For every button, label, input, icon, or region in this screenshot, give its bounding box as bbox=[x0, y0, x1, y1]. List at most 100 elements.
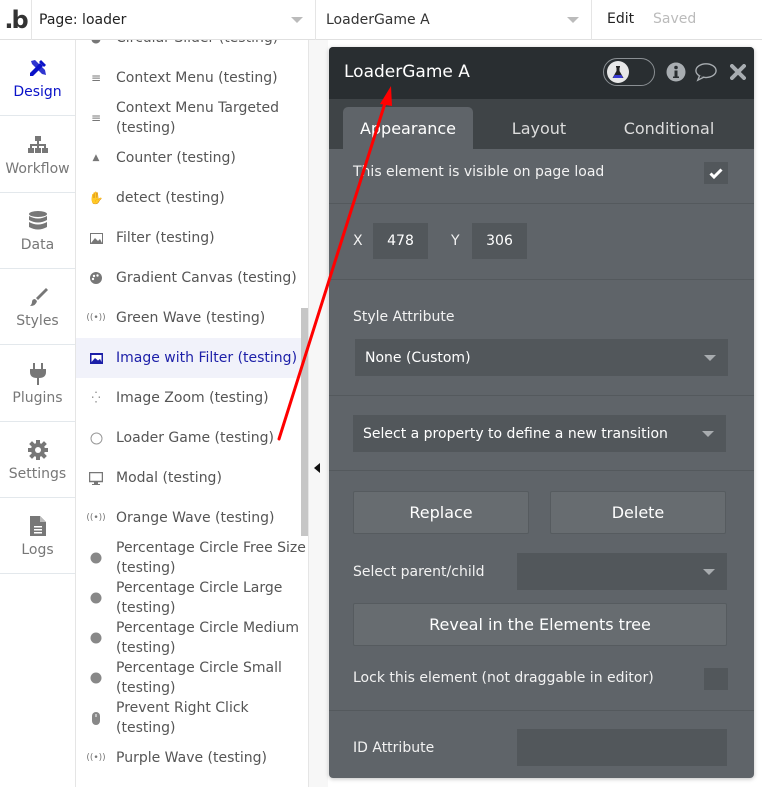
list-item[interactable]: ⁛ Image Zoom (testing) bbox=[76, 378, 308, 418]
menu-icon: ≡ bbox=[90, 71, 102, 85]
image-icon bbox=[76, 232, 116, 244]
y-input[interactable]: 306 bbox=[472, 223, 527, 259]
list-item[interactable]: Filter (testing) bbox=[76, 218, 308, 258]
list-item[interactable]: Image with Filter (testing) bbox=[76, 338, 308, 378]
edit-mode-label[interactable]: Edit bbox=[607, 11, 634, 27]
element-list-scrollbar[interactable] bbox=[301, 308, 308, 536]
list-item[interactable]: Percentage Circle Small (testing) bbox=[76, 658, 308, 698]
lock-element-checkbox[interactable] bbox=[704, 668, 728, 690]
brush-icon bbox=[26, 285, 50, 309]
circle-filled-icon bbox=[76, 672, 116, 684]
list-item-label: Orange Wave (testing) bbox=[116, 510, 275, 526]
property-editor: LoaderGame A Appearance Layout Condition… bbox=[329, 47, 754, 778]
divider bbox=[329, 395, 754, 396]
style-attribute-dropdown[interactable]: None (Custom) bbox=[355, 339, 728, 376]
list-item[interactable]: ≡ Context Menu Targeted (testing) bbox=[76, 98, 308, 138]
palette-icon bbox=[76, 272, 116, 284]
nav-item-settings[interactable]: Settings bbox=[0, 422, 75, 498]
gear-icon bbox=[26, 438, 50, 462]
circle-slider-icon: ● bbox=[76, 40, 116, 48]
select-parent-child-dropdown[interactable] bbox=[517, 553, 727, 590]
nav-item-data[interactable]: Data bbox=[0, 193, 75, 269]
list-item[interactable]: ((•)) Orange Wave (testing) bbox=[76, 498, 308, 538]
list-item[interactable]: ▲ Counter (testing) bbox=[76, 138, 308, 178]
menu-icon: ≡ bbox=[90, 111, 102, 125]
editor-header: LoaderGame A bbox=[329, 47, 754, 99]
id-attribute-input[interactable] bbox=[517, 729, 727, 766]
triangle-icon: ▲ bbox=[92, 153, 100, 163]
circle-filled-icon bbox=[76, 552, 116, 564]
list-item[interactable]: ✋ detect (testing) bbox=[76, 178, 308, 218]
nav-label: Logs bbox=[21, 541, 54, 558]
list-item-label: Percentage Circle Large (testing) bbox=[116, 580, 283, 616]
tab-layout[interactable]: Layout bbox=[479, 107, 599, 149]
compress-icon: ⁛ bbox=[91, 391, 101, 404]
list-item-label: Loader Game (testing) bbox=[116, 430, 274, 446]
list-item-label: Circular Slider (testing) bbox=[116, 40, 306, 48]
tab-appearance[interactable]: Appearance bbox=[343, 107, 473, 149]
page-selector[interactable]: Page: loader bbox=[32, 0, 316, 40]
close-icon[interactable] bbox=[727, 61, 749, 83]
collapse-arrow-icon[interactable] bbox=[314, 463, 320, 473]
collapse-panel-strip[interactable] bbox=[308, 40, 328, 787]
list-item[interactable]: Percentage Circle Large (testing) bbox=[76, 578, 308, 618]
style-attribute-value: None (Custom) bbox=[365, 349, 471, 366]
comment-icon[interactable] bbox=[695, 61, 717, 83]
nav-item-workflow[interactable]: Workflow bbox=[0, 117, 75, 193]
list-item-label: Context Menu (testing) bbox=[116, 70, 278, 86]
info-icon[interactable] bbox=[665, 61, 687, 83]
nav-item-plugins[interactable]: Plugins bbox=[0, 346, 75, 422]
nav-item-styles[interactable]: Styles bbox=[0, 269, 75, 345]
divider bbox=[329, 279, 754, 280]
checkmark-icon bbox=[709, 167, 723, 179]
divider bbox=[329, 203, 754, 204]
list-item[interactable]: ((•)) Purple Wave (testing) bbox=[76, 748, 308, 768]
plug-icon bbox=[26, 362, 50, 386]
nav-label: Styles bbox=[16, 312, 59, 329]
x-input[interactable]: 478 bbox=[373, 223, 428, 259]
debug-toggle[interactable] bbox=[603, 58, 655, 86]
list-item[interactable]: Percentage Circle Free Size (testing) bbox=[76, 538, 308, 578]
mouse-icon bbox=[76, 711, 116, 725]
list-item[interactable]: Modal (testing) bbox=[76, 458, 308, 498]
chevron-down-icon bbox=[703, 569, 715, 575]
list-item-label: Image Zoom (testing) bbox=[116, 390, 269, 406]
circle-filled-icon bbox=[76, 592, 116, 604]
broadcast-icon: ((•)) bbox=[86, 513, 106, 523]
list-item-label: Purple Wave (testing) bbox=[116, 750, 267, 766]
list-item[interactable]: Loader Game (testing) bbox=[76, 418, 308, 458]
list-item-label: Percentage Circle Free Size (testing) bbox=[116, 540, 306, 576]
list-item[interactable]: ((•)) Green Wave (testing) bbox=[76, 298, 308, 338]
list-item-label: Filter (testing) bbox=[116, 230, 215, 246]
element-selector[interactable]: LoaderGame A bbox=[316, 0, 592, 40]
transition-property-dropdown[interactable]: Select a property to define a new transi… bbox=[353, 415, 726, 452]
nav-label: Plugins bbox=[12, 389, 63, 406]
design-icon bbox=[26, 56, 50, 80]
list-item[interactable]: Percentage Circle Medium (testing) bbox=[76, 618, 308, 658]
transition-placeholder: Select a property to define a new transi… bbox=[363, 425, 668, 442]
nav-label: Design bbox=[13, 83, 62, 100]
bubble-logo[interactable]: .b bbox=[0, 0, 32, 40]
style-attribute-label: Style Attribute bbox=[353, 309, 455, 325]
list-item-label: Gradient Canvas (testing) bbox=[116, 270, 297, 286]
list-item[interactable]: Gradient Canvas (testing) bbox=[76, 258, 308, 298]
chevron-down-icon bbox=[567, 17, 579, 23]
replace-button[interactable]: Replace bbox=[353, 491, 529, 534]
visible-on-load-checkbox[interactable] bbox=[704, 162, 728, 184]
visible-on-load-label: This element is visible on page load bbox=[353, 164, 605, 180]
nav-item-design[interactable]: Design bbox=[0, 40, 75, 116]
file-icon bbox=[26, 514, 50, 538]
circle-outline-icon bbox=[76, 432, 116, 445]
reveal-in-elements-tree-button[interactable]: Reveal in the Elements tree bbox=[353, 603, 727, 646]
hand-icon: ✋ bbox=[88, 191, 104, 205]
page-selector-value: Page: loader bbox=[39, 12, 127, 28]
list-item[interactable]: Prevent Right Click (testing) bbox=[76, 698, 308, 738]
nav-label: Workflow bbox=[5, 160, 70, 177]
logo-text: .b bbox=[4, 6, 28, 34]
list-item[interactable]: ≡ Context Menu (testing) bbox=[76, 58, 308, 98]
nav-item-logs[interactable]: Logs bbox=[0, 498, 75, 574]
tab-conditional[interactable]: Conditional bbox=[604, 107, 734, 149]
list-item[interactable]: ● Circular Slider (testing) bbox=[76, 40, 308, 48]
delete-button[interactable]: Delete bbox=[550, 491, 726, 534]
list-item-label: Prevent Right Click (testing) bbox=[116, 700, 249, 736]
